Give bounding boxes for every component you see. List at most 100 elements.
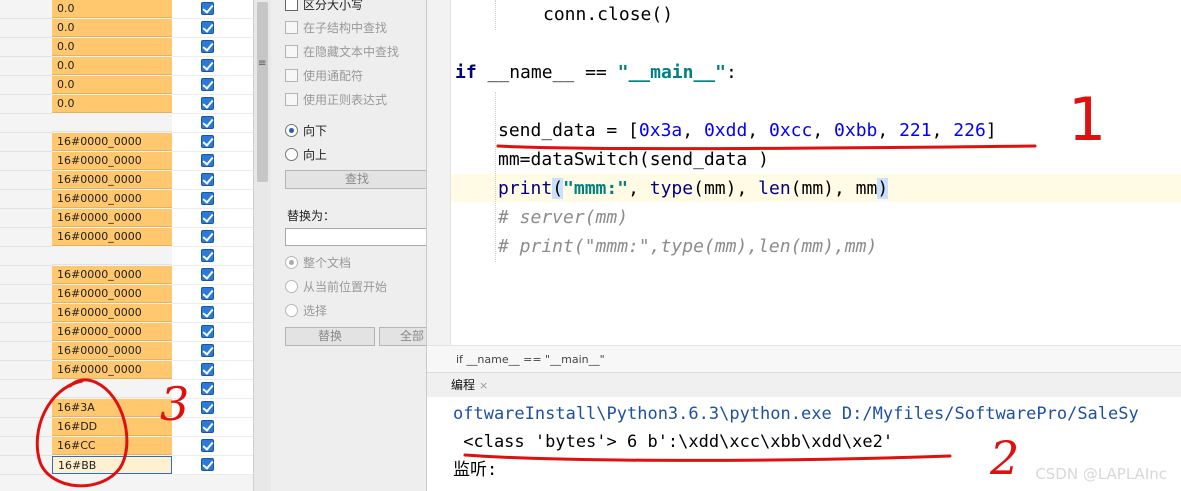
start-value-cell[interactable]: 16#0000_0000: [52, 209, 172, 227]
editor-breadcrumb[interactable]: if __name__ == "__main__": [427, 345, 1181, 373]
start-value-cell[interactable]: 16#0000_0000: [52, 285, 172, 303]
start-value-cell[interactable]: 16#CC: [52, 437, 172, 455]
table-row[interactable]: 16#0000_0000: [0, 323, 255, 342]
find-button[interactable]: 查找: [285, 170, 426, 189]
table-row[interactable]: 0.0: [0, 57, 255, 76]
checked-checkbox-icon[interactable]: [201, 154, 214, 167]
row-name-cell[interactable]: [0, 323, 52, 342]
start-value-cell[interactable]: 16#0000_0000: [52, 190, 172, 208]
retain-checkbox-cell[interactable]: [200, 133, 230, 152]
start-value-cell[interactable]: [52, 247, 172, 265]
table-row[interactable]: 0.0: [0, 76, 255, 95]
scrollbar-thumb[interactable]: [257, 2, 268, 182]
row-name-cell[interactable]: [0, 342, 52, 361]
row-name-cell[interactable]: [0, 171, 52, 190]
replace-with-input[interactable]: [285, 228, 426, 246]
retain-checkbox-cell[interactable]: [200, 380, 230, 399]
row-name-cell[interactable]: [0, 456, 52, 475]
row-name-cell[interactable]: [0, 266, 52, 285]
run-tab[interactable]: 编程 ×: [451, 373, 488, 397]
row-name-cell[interactable]: [0, 76, 52, 95]
retain-checkbox-cell[interactable]: [200, 247, 230, 266]
row-name-cell[interactable]: [0, 285, 52, 304]
row-name-cell[interactable]: [0, 133, 52, 152]
retain-checkbox-cell[interactable]: [200, 323, 230, 342]
checked-checkbox-icon[interactable]: [201, 230, 214, 243]
table-row[interactable]: 16#0000_0000: [0, 171, 255, 190]
retain-checkbox-cell[interactable]: [200, 285, 230, 304]
row-name-cell[interactable]: [0, 304, 52, 323]
table-row[interactable]: [0, 247, 255, 266]
radio-icon[interactable]: [285, 148, 298, 161]
table-row[interactable]: [0, 114, 255, 133]
retain-checkbox-cell[interactable]: [200, 152, 230, 171]
retain-checkbox-cell[interactable]: [200, 57, 230, 76]
checked-checkbox-icon[interactable]: [201, 249, 214, 262]
row-name-cell[interactable]: [0, 38, 52, 57]
checked-checkbox-icon[interactable]: [201, 21, 214, 34]
table-row[interactable]: 16#CC: [0, 437, 255, 456]
start-value-cell[interactable]: 16#0000_0000: [52, 133, 172, 151]
checked-checkbox-icon[interactable]: [201, 420, 214, 433]
row-name-cell[interactable]: [0, 0, 52, 19]
row-name-cell[interactable]: [0, 418, 52, 437]
start-value-cell[interactable]: 16#0000_0000: [52, 342, 172, 360]
table-row[interactable]: 16#0000_0000: [0, 228, 255, 247]
checked-checkbox-icon[interactable]: [201, 135, 214, 148]
table-row[interactable]: 16#0000_0000: [0, 190, 255, 209]
row-name-cell[interactable]: [0, 399, 52, 418]
start-value-cell[interactable]: 16#3A: [52, 399, 172, 417]
checked-checkbox-icon[interactable]: [201, 2, 214, 15]
retain-checkbox-cell[interactable]: [200, 304, 230, 323]
start-value-cell[interactable]: 0.0: [52, 19, 172, 37]
table-row[interactable]: 0.0: [0, 0, 255, 19]
checked-checkbox-icon[interactable]: [201, 78, 214, 91]
table-row[interactable]: 16#3A: [0, 399, 255, 418]
row-name-cell[interactable]: [0, 95, 52, 114]
retain-checkbox-cell[interactable]: [200, 0, 230, 19]
checked-checkbox-icon[interactable]: [201, 344, 214, 357]
row-name-cell[interactable]: [0, 114, 52, 133]
table-row[interactable]: 16#0000_0000: [0, 266, 255, 285]
run-console[interactable]: oftwareInstall\Python3.6.3\python.exe D:…: [427, 397, 1181, 491]
row-name-cell[interactable]: [0, 19, 52, 38]
checked-checkbox-icon[interactable]: [201, 306, 214, 319]
checked-checkbox-icon[interactable]: [201, 382, 214, 395]
table-row[interactable]: 16#0000_0000: [0, 133, 255, 152]
table-row[interactable]: 0.0: [0, 95, 255, 114]
start-value-cell[interactable]: 16#DD: [52, 418, 172, 436]
retain-checkbox-cell[interactable]: [200, 418, 230, 437]
checked-checkbox-icon[interactable]: [201, 40, 214, 53]
table-row[interactable]: [0, 380, 255, 399]
retain-checkbox-cell[interactable]: [200, 342, 230, 361]
start-value-cell[interactable]: 0.0: [52, 38, 172, 56]
start-value-cell[interactable]: 16#0000_0000: [52, 361, 172, 379]
checked-checkbox-icon[interactable]: [201, 401, 214, 414]
table-row[interactable]: 0.0: [0, 19, 255, 38]
row-name-cell[interactable]: [0, 247, 52, 266]
splitter-grip-icon[interactable]: ≡: [258, 58, 266, 69]
checked-checkbox-icon[interactable]: [201, 458, 214, 471]
checked-checkbox-icon[interactable]: [201, 287, 214, 300]
table-row[interactable]: 16#0000_0000: [0, 361, 255, 380]
row-name-cell[interactable]: [0, 209, 52, 228]
checked-checkbox-icon[interactable]: [201, 439, 214, 452]
checked-checkbox-icon[interactable]: [201, 116, 214, 129]
table-row[interactable]: 16#BB: [0, 456, 255, 475]
retain-checkbox-cell[interactable]: [200, 456, 230, 475]
retain-checkbox-cell[interactable]: [200, 76, 230, 95]
checked-checkbox-icon[interactable]: [201, 325, 214, 338]
start-value-cell[interactable]: 16#0000_0000: [52, 304, 172, 322]
row-name-cell[interactable]: [0, 152, 52, 171]
table-row[interactable]: 0.0: [0, 38, 255, 57]
retain-checkbox-cell[interactable]: [200, 114, 230, 133]
direction-up-radio[interactable]: 向上: [285, 146, 327, 164]
retain-checkbox-cell[interactable]: [200, 95, 230, 114]
retain-checkbox-cell[interactable]: [200, 228, 230, 247]
retain-checkbox-cell[interactable]: [200, 19, 230, 38]
start-value-cell[interactable]: 16#BB: [52, 456, 172, 474]
start-value-cell[interactable]: 0.0: [52, 0, 172, 18]
start-value-cell[interactable]: 16#0000_0000: [52, 266, 172, 284]
start-value-cell[interactable]: 0.0: [52, 57, 172, 75]
table-row[interactable]: 16#DD: [0, 418, 255, 437]
